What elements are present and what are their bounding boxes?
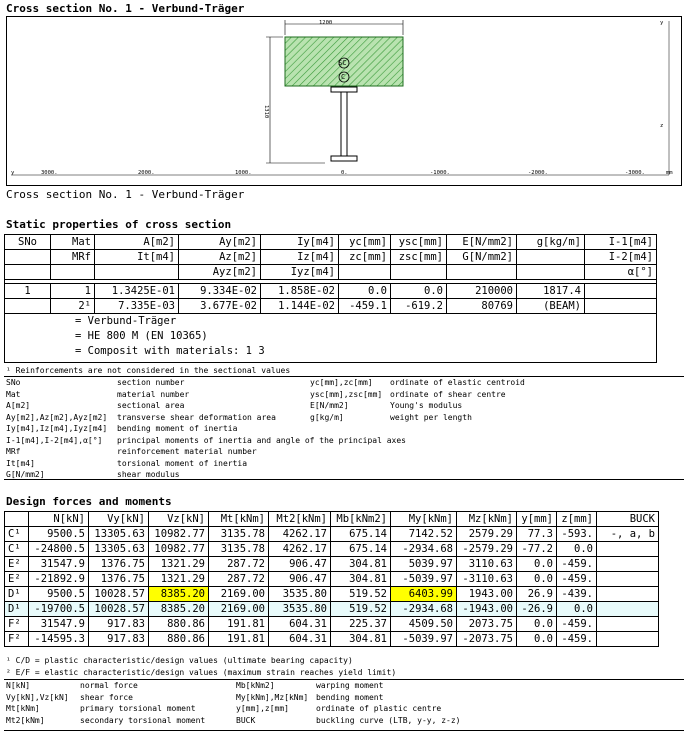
x-tick: -1000. <box>430 170 450 176</box>
table-row: E² 31547.9 1376.75 1321.29 287.72 906.47 304.8… <box>4 556 659 572</box>
c-label: C <box>341 73 345 81</box>
x-tick: -2000. <box>528 170 548 176</box>
x-tick: 1000. <box>235 170 252 176</box>
table-row: C¹ -24800.5 13305.63 10982.77 3135.78 4262.17… <box>4 541 659 557</box>
table-row: F² -14595.3 917.83 880.86 191.81 604.31 304.81… <box>4 631 659 647</box>
design-title: Design forces and moments <box>6 495 172 508</box>
z-label: z <box>660 123 663 129</box>
design-legend-descriptions: normal force shear force primary torsional… <box>80 681 206 725</box>
cross-section-drawing: 1200 1310 SC C 3000. 2000. 1000. 0. -100… <box>6 16 682 186</box>
x-tick: -3000. <box>625 170 645 176</box>
drawing-caption: Cross section No. 1 - Verbund-Träger <box>6 188 245 201</box>
highlighted-cell: 6403.99 <box>390 586 457 602</box>
section-title: Cross section No. 1 - Verbund-Träger <box>6 2 245 15</box>
dim-width: 1200 <box>319 20 332 26</box>
static-header-row: MRf It[m4] Az[m2] Iz[m4] zc[mm] zsc[mm] G[N/mm… <box>4 249 657 265</box>
note-materials: = Composit with materials: 1 3 <box>75 345 265 357</box>
design-forces-table: N[kN] Vy[kN] Vz[kN] Mt[kNm] Mt2[kNm] Mb[kNm2]… <box>4 511 659 647</box>
design-legend: N[kN] Vy[kN],Vz[kN] Mt[kNm] Mt2[kNm] normal… <box>4 679 684 731</box>
table-row: D¹ 9500.5 10028.57 8385.20 2169.00 3535.80 519… <box>4 586 659 602</box>
x-tick: 0. <box>341 170 348 176</box>
notes-row: = Verbund-Träger = HE 800 M (EN 10365) =… <box>4 313 657 363</box>
design-legend-descriptions-right: warping moment bending moment ordinate of … <box>316 681 461 725</box>
note-name: = Verbund-Träger <box>75 315 177 327</box>
design-footnotes: ¹ C/D = plastic characteristic/design va… <box>6 656 397 677</box>
table-row: C¹ 9500.5 13305.63 10982.77 3135.78 4262.17 67… <box>4 526 659 542</box>
design-header-row: N[kN] Vy[kN] Vz[kN] Mt[kNm] Mt2[kNm] Mb[kNm2]… <box>4 511 659 527</box>
static-legend: SNo Mat A[m2] Ay[m2],Az[m2],Ayz[m2] Iy[m4],I… <box>4 376 684 480</box>
x-tick: 3000. <box>41 170 58 176</box>
static-footnote: ¹ Reinforcements are not considered in t… <box>6 366 291 375</box>
design-legend-terms-right: Mb[kNm2] My[kNm],Mz[kNm] y[mm],z[mm] BUCK <box>236 681 309 725</box>
x-unit: mm <box>666 170 673 176</box>
table-row: D¹ -19700.5 10028.57 8385.20 2169.00 3535.80 5… <box>4 601 659 617</box>
cross-section-svg: 1200 1310 SC C 3000. 2000. 1000. 0. -100… <box>11 20 673 176</box>
highlighted-cell: 8385.20 <box>148 586 209 602</box>
sc-label: SC <box>338 59 346 67</box>
static-header-row: SNo Mat A[m2] Ay[m2] Iy[m4] yc[mm] ysc[mm] E[N/… <box>4 234 657 250</box>
static-legend-terms-right: yc[mm],zc[mm] ysc[mm],zsc[mm] E[N/mm2] g[kg… <box>310 378 383 422</box>
static-properties-table: SNo Mat A[m2] Ay[m2] Iy[m4] yc[mm] ysc[mm] E[N/… <box>4 234 657 363</box>
table-row: F² 31547.9 917.83 880.86 191.81 604.31 225.37 4… <box>4 616 659 632</box>
x-tick: 2000. <box>138 170 155 176</box>
y-label: y <box>660 20 664 26</box>
static-legend-terms: SNo Mat A[m2] Ay[m2],Az[m2],Ayz[m2] Iy[m4],I… <box>6 378 108 479</box>
note-profile: = HE 800 M (EN 10365) <box>75 330 208 342</box>
table-row: 2¹ 7.335E-03 3.677E-02 1.144E-02 -459.1 -619.… <box>4 298 657 314</box>
static-header-row: Ayz[m2] Iyz[m4] α[°] <box>4 264 657 280</box>
table-row: 1 1 1.3425E-01 9.334E-02 1.858E-02 0.0 0.0 2100… <box>4 283 657 299</box>
table-row: E² -21892.9 1376.75 1321.29 287.72 906.47 304.… <box>4 571 659 587</box>
design-legend-terms: N[kN] Vy[kN],Vz[kN] Mt[kNm] Mt2[kNm] <box>6 681 69 725</box>
dim-height: 1310 <box>263 105 269 118</box>
static-title: Static properties of cross section <box>6 218 232 231</box>
static-legend-descriptions-right: ordinate of elastic centroid ordinate of … <box>390 378 525 422</box>
